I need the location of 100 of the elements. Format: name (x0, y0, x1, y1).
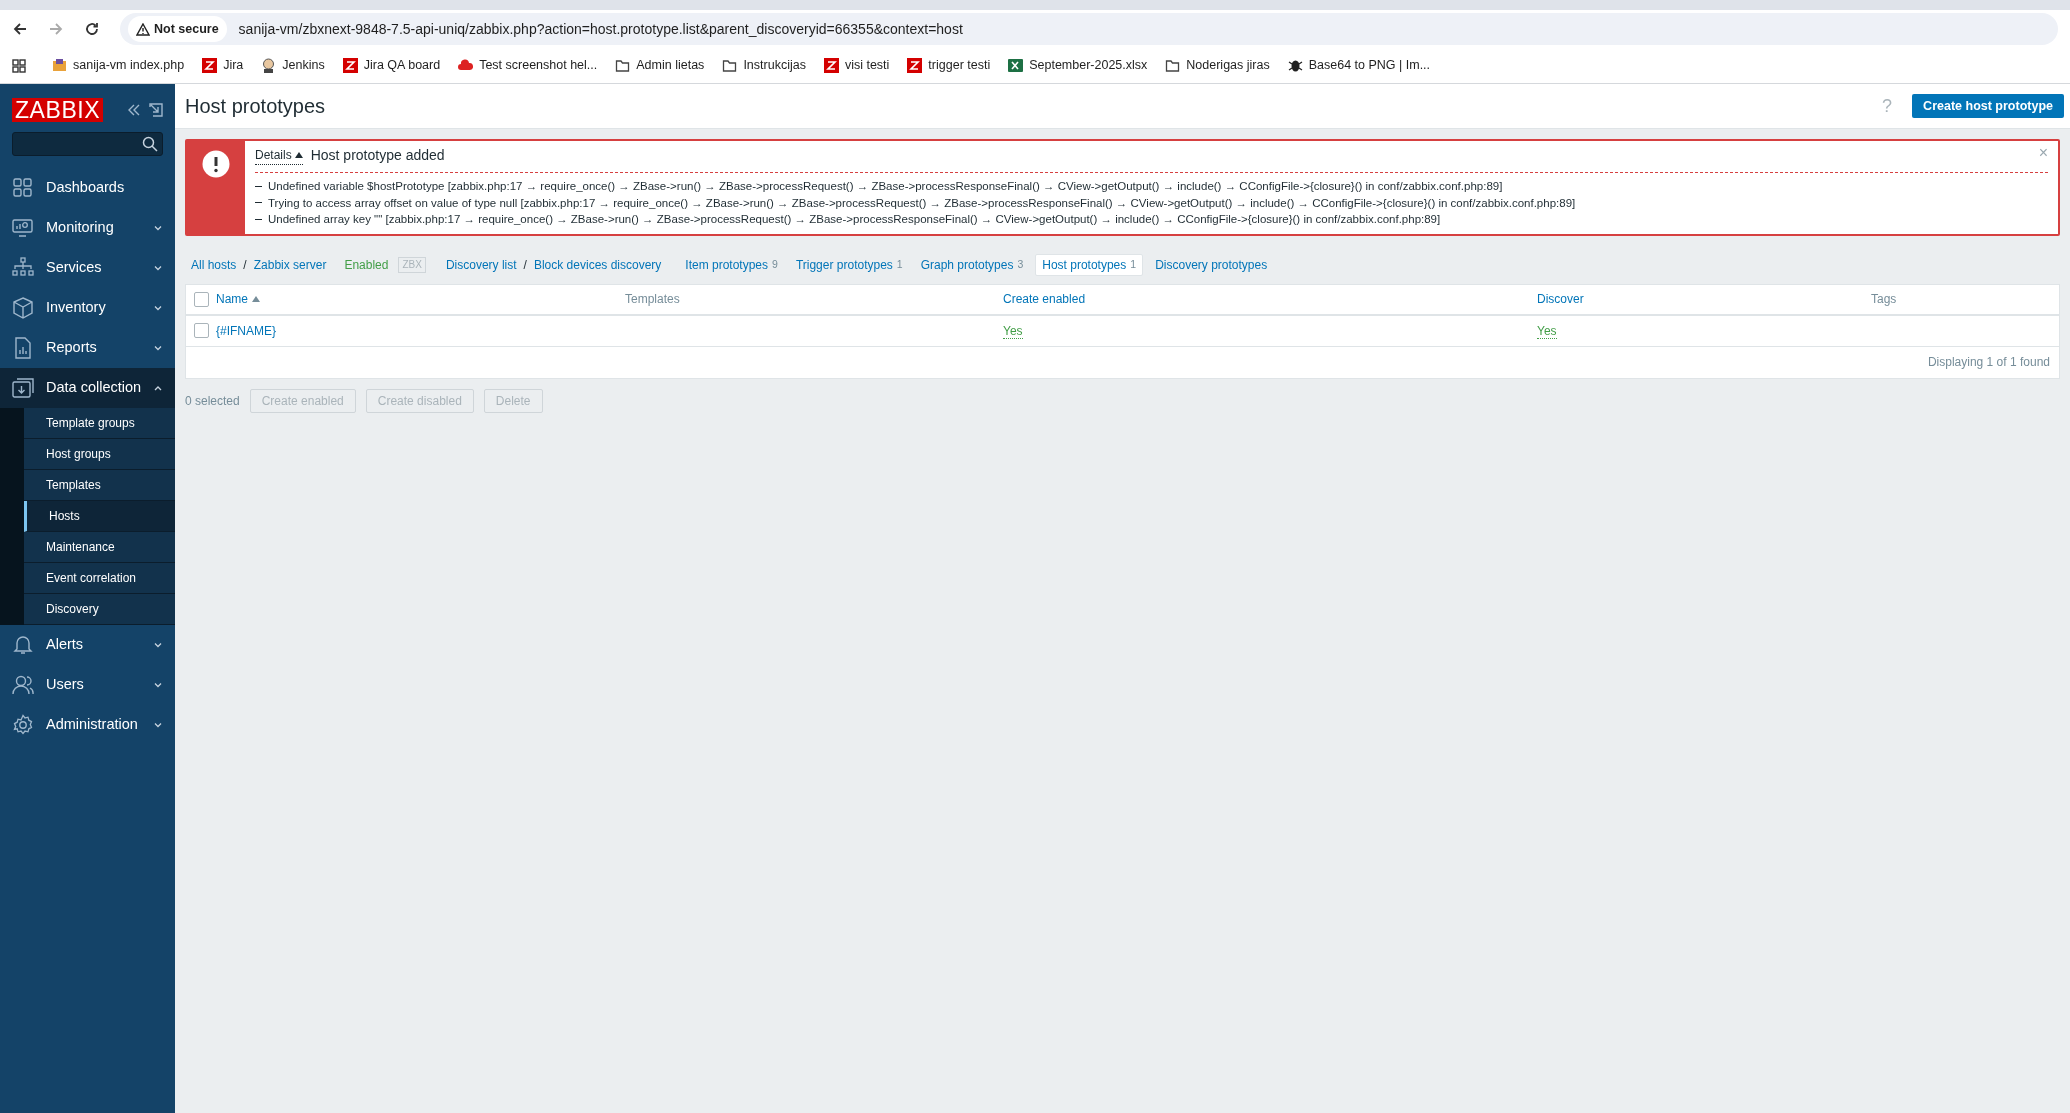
chevron-icon (153, 343, 163, 353)
search-field[interactable] (12, 132, 163, 156)
host-prototype-link[interactable]: {#IFNAME} (216, 323, 277, 338)
chevron-icon (153, 720, 163, 730)
error-line: Trying to access array offset on value of type null [zabbix.php:17 → require_once() → ZBase->run() → ZBase->processRequest() → ZBase->processResponseFinal() → CView->getOutput() → include() → CConfigFile->{closure}() in conf/zabbix.conf.php:89] (268, 195, 1576, 211)
menu-item[interactable]: Data collection (0, 368, 175, 408)
column-header[interactable]: Name (216, 290, 260, 308)
interface-tag: ZBX (398, 256, 426, 273)
submenu-item[interactable]: Templates (24, 470, 175, 501)
box-icon (12, 297, 34, 319)
bookmark[interactable]: sanija-vm index.php (52, 56, 185, 75)
status-link[interactable]: Yes (1003, 323, 1023, 339)
menu-item[interactable]: Monitoring (0, 208, 175, 248)
chevron-icon (153, 640, 163, 650)
warning-icon (136, 22, 150, 36)
column-header: Templates (625, 291, 680, 308)
reload-icon[interactable] (84, 21, 100, 37)
caret-icon (294, 152, 303, 158)
message-title: Host prototype added (310, 146, 446, 165)
chevron-icon (153, 680, 163, 690)
chevron-icon (153, 263, 163, 273)
folder-icon (1165, 58, 1181, 73)
bookmark[interactable]: Noderigas jiras (1165, 56, 1270, 75)
bug-icon (1287, 58, 1303, 73)
menu-item[interactable]: Users (0, 665, 175, 705)
folder-icon (722, 58, 738, 73)
submenu-item[interactable]: Host groups (24, 439, 175, 470)
menu-item[interactable]: Dashboards (0, 168, 175, 208)
submenu-item[interactable]: Event correlation (24, 563, 175, 594)
count-label: 9 (772, 256, 778, 272)
folder-icon (615, 58, 631, 73)
butler-icon (261, 58, 277, 73)
breadcrumb-link[interactable]: Discovery list (445, 255, 517, 274)
chevron-icon (153, 223, 163, 233)
menu-item[interactable]: Services (0, 248, 175, 288)
letter-z-icon (823, 58, 839, 73)
bookmark[interactable]: Instrukcijas (722, 56, 806, 75)
url-text: sanija-vm/zbxnext-9848-7.5-api-uniq/zabbix.php?action=host.prototype.list&parent_discoveryid=66355&context=host (238, 19, 963, 39)
sort-caret-icon (252, 296, 260, 302)
selected-count: 0 selected (185, 392, 240, 410)
page-icon (52, 58, 67, 73)
bookmark[interactable]: Jenkins (261, 56, 325, 75)
count-label: 1 (1130, 256, 1137, 272)
column-header[interactable]: Create enabled (1003, 290, 1086, 308)
breadcrumb-link[interactable]: Block devices discovery (533, 255, 662, 274)
bookmark[interactable]: Admin lietas (615, 56, 705, 75)
column-header[interactable]: Discover (1537, 290, 1584, 308)
download-tray-icon (12, 377, 34, 399)
spreadsheet-icon (1008, 58, 1024, 73)
submenu-item[interactable]: Maintenance (24, 532, 175, 563)
bookmark[interactable]: Test screenshot hel... (458, 56, 598, 75)
menu-item[interactable]: Administration (0, 705, 175, 745)
menu-item[interactable]: Inventory (0, 288, 175, 328)
menu-item[interactable]: Alerts (0, 625, 175, 665)
menu-item[interactable]: Reports (0, 328, 175, 368)
letter-z-icon (202, 58, 218, 73)
breadcrumb-link[interactable]: Zabbix server (253, 255, 327, 274)
status-link[interactable]: Yes (1537, 323, 1557, 339)
checkbox[interactable] (193, 323, 209, 338)
nav-tab[interactable]: Graph prototypes 3 (914, 253, 1030, 276)
logo: ZABBIX (12, 98, 104, 122)
details-toggle[interactable]: Details (255, 146, 303, 165)
address-bar[interactable]: Not secure sanija-vm/zbxnext-9848-7.5-api-uniq/zabbix.php?action=host.prototype.list&parent_discoveryid=66355&context=host (120, 13, 2058, 45)
hierarchy-icon (12, 257, 34, 279)
chevron-icon (153, 303, 163, 313)
count-label: 3 (1017, 256, 1024, 272)
letter-z-icon (907, 58, 923, 73)
checkbox[interactable] (193, 291, 209, 307)
bookmark[interactable]: trigger testi (907, 56, 991, 75)
submenu-item[interactable]: Hosts (24, 501, 175, 532)
create-host-prototype-button[interactable]: Create host prototype (1912, 94, 2064, 118)
back-icon[interactable] (12, 21, 28, 37)
pagination-summary: Displaying 1 of 1 found (1927, 354, 2050, 371)
nav-tab[interactable]: Discovery prototypes (1149, 253, 1274, 276)
bookmark[interactable]: Jira QA board (342, 56, 441, 75)
page-title: Host prototypes (185, 94, 327, 119)
nav-tab[interactable]: Host prototypes 1 (1035, 253, 1144, 276)
submenu-item[interactable]: Discovery (24, 594, 175, 625)
security-chip[interactable]: Not secure (128, 16, 227, 42)
breadcrumb-separator: / (523, 256, 527, 274)
breadcrumb-separator: / (243, 256, 247, 274)
submenu-item[interactable]: Template groups (24, 408, 175, 439)
apps-grid-icon[interactable] (12, 58, 26, 73)
bookmark[interactable]: Base64 to PNG | Im... (1287, 56, 1431, 75)
letter-z-icon (342, 58, 358, 73)
collapse-icon[interactable] (127, 103, 141, 117)
error-line: Undefined variable $hostPrototype [zabbix.php:17 → require_once() → ZBase->run() → ZBase->processRequest() → ZBase->processResponseFinal() → CView->getOutput() → include() → CConfigFile->{closure}() in conf/zabbix.conf.php:89] (268, 179, 1503, 194)
bookmark[interactable]: September-2025.xlsx (1008, 56, 1148, 75)
bookmark[interactable]: Jira (202, 56, 244, 75)
breadcrumb-link[interactable]: All hosts (191, 255, 237, 274)
nav-tab[interactable]: Item prototypes 9 (679, 253, 784, 276)
security-label: Not secure (154, 20, 219, 38)
users-icon (12, 674, 34, 696)
cloud-icon (458, 58, 474, 73)
gear-icon (12, 714, 34, 736)
bell-icon (12, 634, 34, 656)
kiosk-mode-icon[interactable] (149, 103, 163, 117)
bookmark[interactable]: visi testi (823, 56, 890, 75)
dashboard-grid-icon (12, 177, 34, 199)
nav-tab[interactable]: Trigger prototypes 1 (789, 253, 909, 276)
